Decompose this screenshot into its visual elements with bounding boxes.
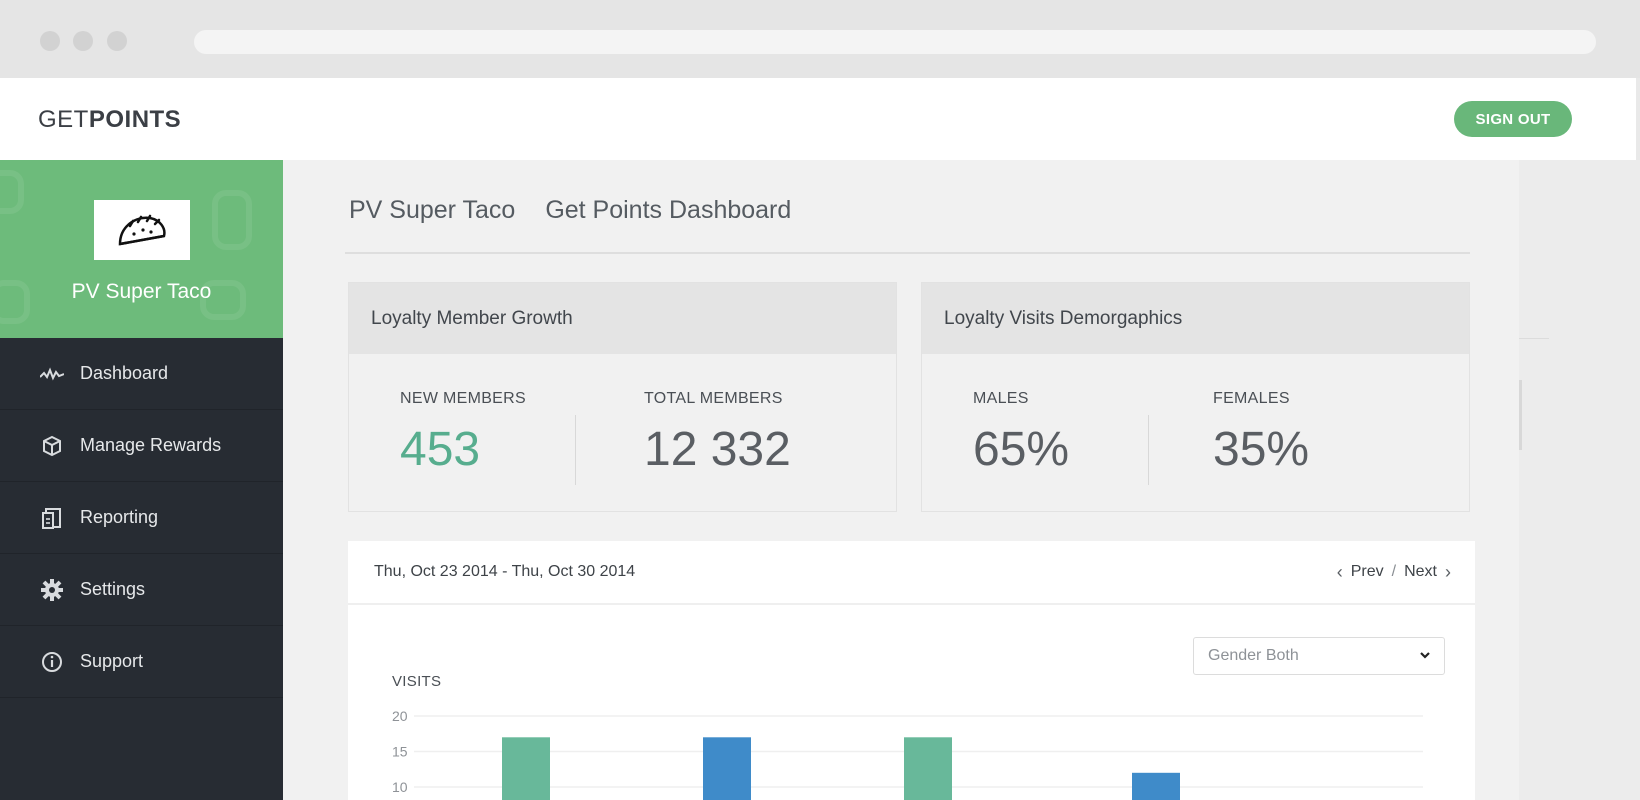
visits-chart-panel: Thu, Oct 23 2014 - Thu, Oct 30 2014 ‹ Pr… [348,541,1475,800]
activity-icon [40,362,64,386]
title-divider [345,252,1470,254]
chart-bar[interactable] [703,737,751,800]
stat-value: 65% [973,423,1070,476]
sidebar: PV Super Taco Dashboard Manage Rewards R… [0,160,283,800]
sidebar-item-dashboard[interactable]: Dashboard [0,338,283,410]
card-title: Loyalty Visits Demorgaphics [922,283,1469,354]
chevron-right-icon[interactable]: › [1445,562,1451,583]
stat-divider [575,415,576,485]
bg-pattern-shape [212,190,252,250]
browser-chrome [0,0,1640,78]
pager-separator: / [1391,563,1397,580]
males-stat: MALES 65% [973,390,1069,477]
sidebar-item-reporting[interactable]: Reporting [0,482,283,554]
stat-value: 35% [1213,423,1310,476]
store-logo [94,200,190,260]
logo-points: POINTS [88,106,182,133]
gift-icon [40,434,64,458]
date-pager: ‹ Prev / Next › [1337,562,1451,583]
report-icon [40,506,64,530]
page-title-store: PV Super Taco [349,196,516,224]
page-title-dashboard: Get Points Dashboard [545,196,792,224]
bg-pattern-shape [0,170,24,214]
window-minimize-dot[interactable] [73,31,93,51]
sidebar-item-support[interactable]: Support [0,626,283,698]
chevron-down-icon [1420,652,1430,659]
y-tick-label: 15 [392,744,408,760]
gear-icon [40,578,64,602]
sidebar-item-label: Support [80,651,144,671]
new-members-stat: NEW MEMBERS 453 [400,390,526,477]
window-maximize-dot[interactable] [107,31,127,51]
total-members-stat: TOTAL MEMBERS 12 332 [644,390,791,477]
sidebar-item-label: Dashboard [80,363,169,383]
card-title: Loyalty Member Growth [349,283,896,354]
females-stat: FEMALES 35% [1213,390,1309,477]
stat-label: FEMALES [1213,390,1290,407]
page-title: PV Super Taco Get Points Dashboard [349,196,821,225]
top-header: GETPOINTS SIGN OUT [0,78,1636,160]
logo-get: GET [38,106,89,133]
stat-value: 12 332 [644,423,791,476]
gender-select[interactable]: Gender Both [1193,637,1445,675]
sidebar-item-manage-rewards[interactable]: Manage Rewards [0,410,283,482]
stat-divider [1148,415,1149,485]
info-icon [40,650,64,674]
next-link[interactable]: Next [1404,563,1437,581]
chevron-left-icon[interactable]: ‹ [1337,562,1343,583]
y-tick-label: 20 [392,708,408,724]
chart-y-label: VISITS [392,673,442,690]
sidebar-item-label: Reporting [80,507,159,527]
date-range-label: Thu, Oct 23 2014 - Thu, Oct 30 2014 [374,563,636,580]
stat-label: TOTAL MEMBERS [644,390,783,407]
scrollbar-track[interactable] [1519,380,1522,450]
chart-bar[interactable] [502,737,550,800]
prev-link[interactable]: Prev [1351,563,1384,581]
sign-out-button[interactable]: SIGN OUT [1454,101,1572,137]
sidebar-item-settings[interactable]: Settings [0,554,283,626]
sidebar-item-label: Settings [80,579,146,599]
chart-bar[interactable] [1132,772,1180,800]
gutter-line [1519,338,1549,339]
chart-toolbar: Thu, Oct 23 2014 - Thu, Oct 30 2014 ‹ Pr… [348,541,1475,605]
address-bar[interactable] [194,30,1596,54]
sidebar-nav: Dashboard Manage Rewards Reporting Setti… [0,338,283,698]
main-content: PV Super Taco Get Points Dashboard Loyalt… [283,160,1519,800]
right-gutter [1519,160,1640,800]
sidebar-item-label: Manage Rewards [80,435,222,455]
window-close-dot[interactable] [40,31,60,51]
stat-value: 453 [400,423,481,476]
y-tick-label: 10 [392,779,408,795]
member-growth-card: Loyalty Member Growth NEW MEMBERS 453 TO… [348,282,897,512]
brand-panel: PV Super Taco [0,160,283,338]
store-name: PV Super Taco [71,280,212,303]
stat-label: MALES [973,390,1029,407]
app-logo[interactable]: GETPOINTS [38,106,181,134]
stat-label: NEW MEMBERS [400,390,526,407]
gender-select-value: Gender Both [1208,647,1299,664]
visits-bar-chart: 20 15 10 [392,708,1423,800]
visits-demographics-card: Loyalty Visits Demorgaphics MALES 65% FE… [921,282,1470,512]
taco-icon [118,214,166,246]
chart-bar[interactable] [904,737,952,800]
